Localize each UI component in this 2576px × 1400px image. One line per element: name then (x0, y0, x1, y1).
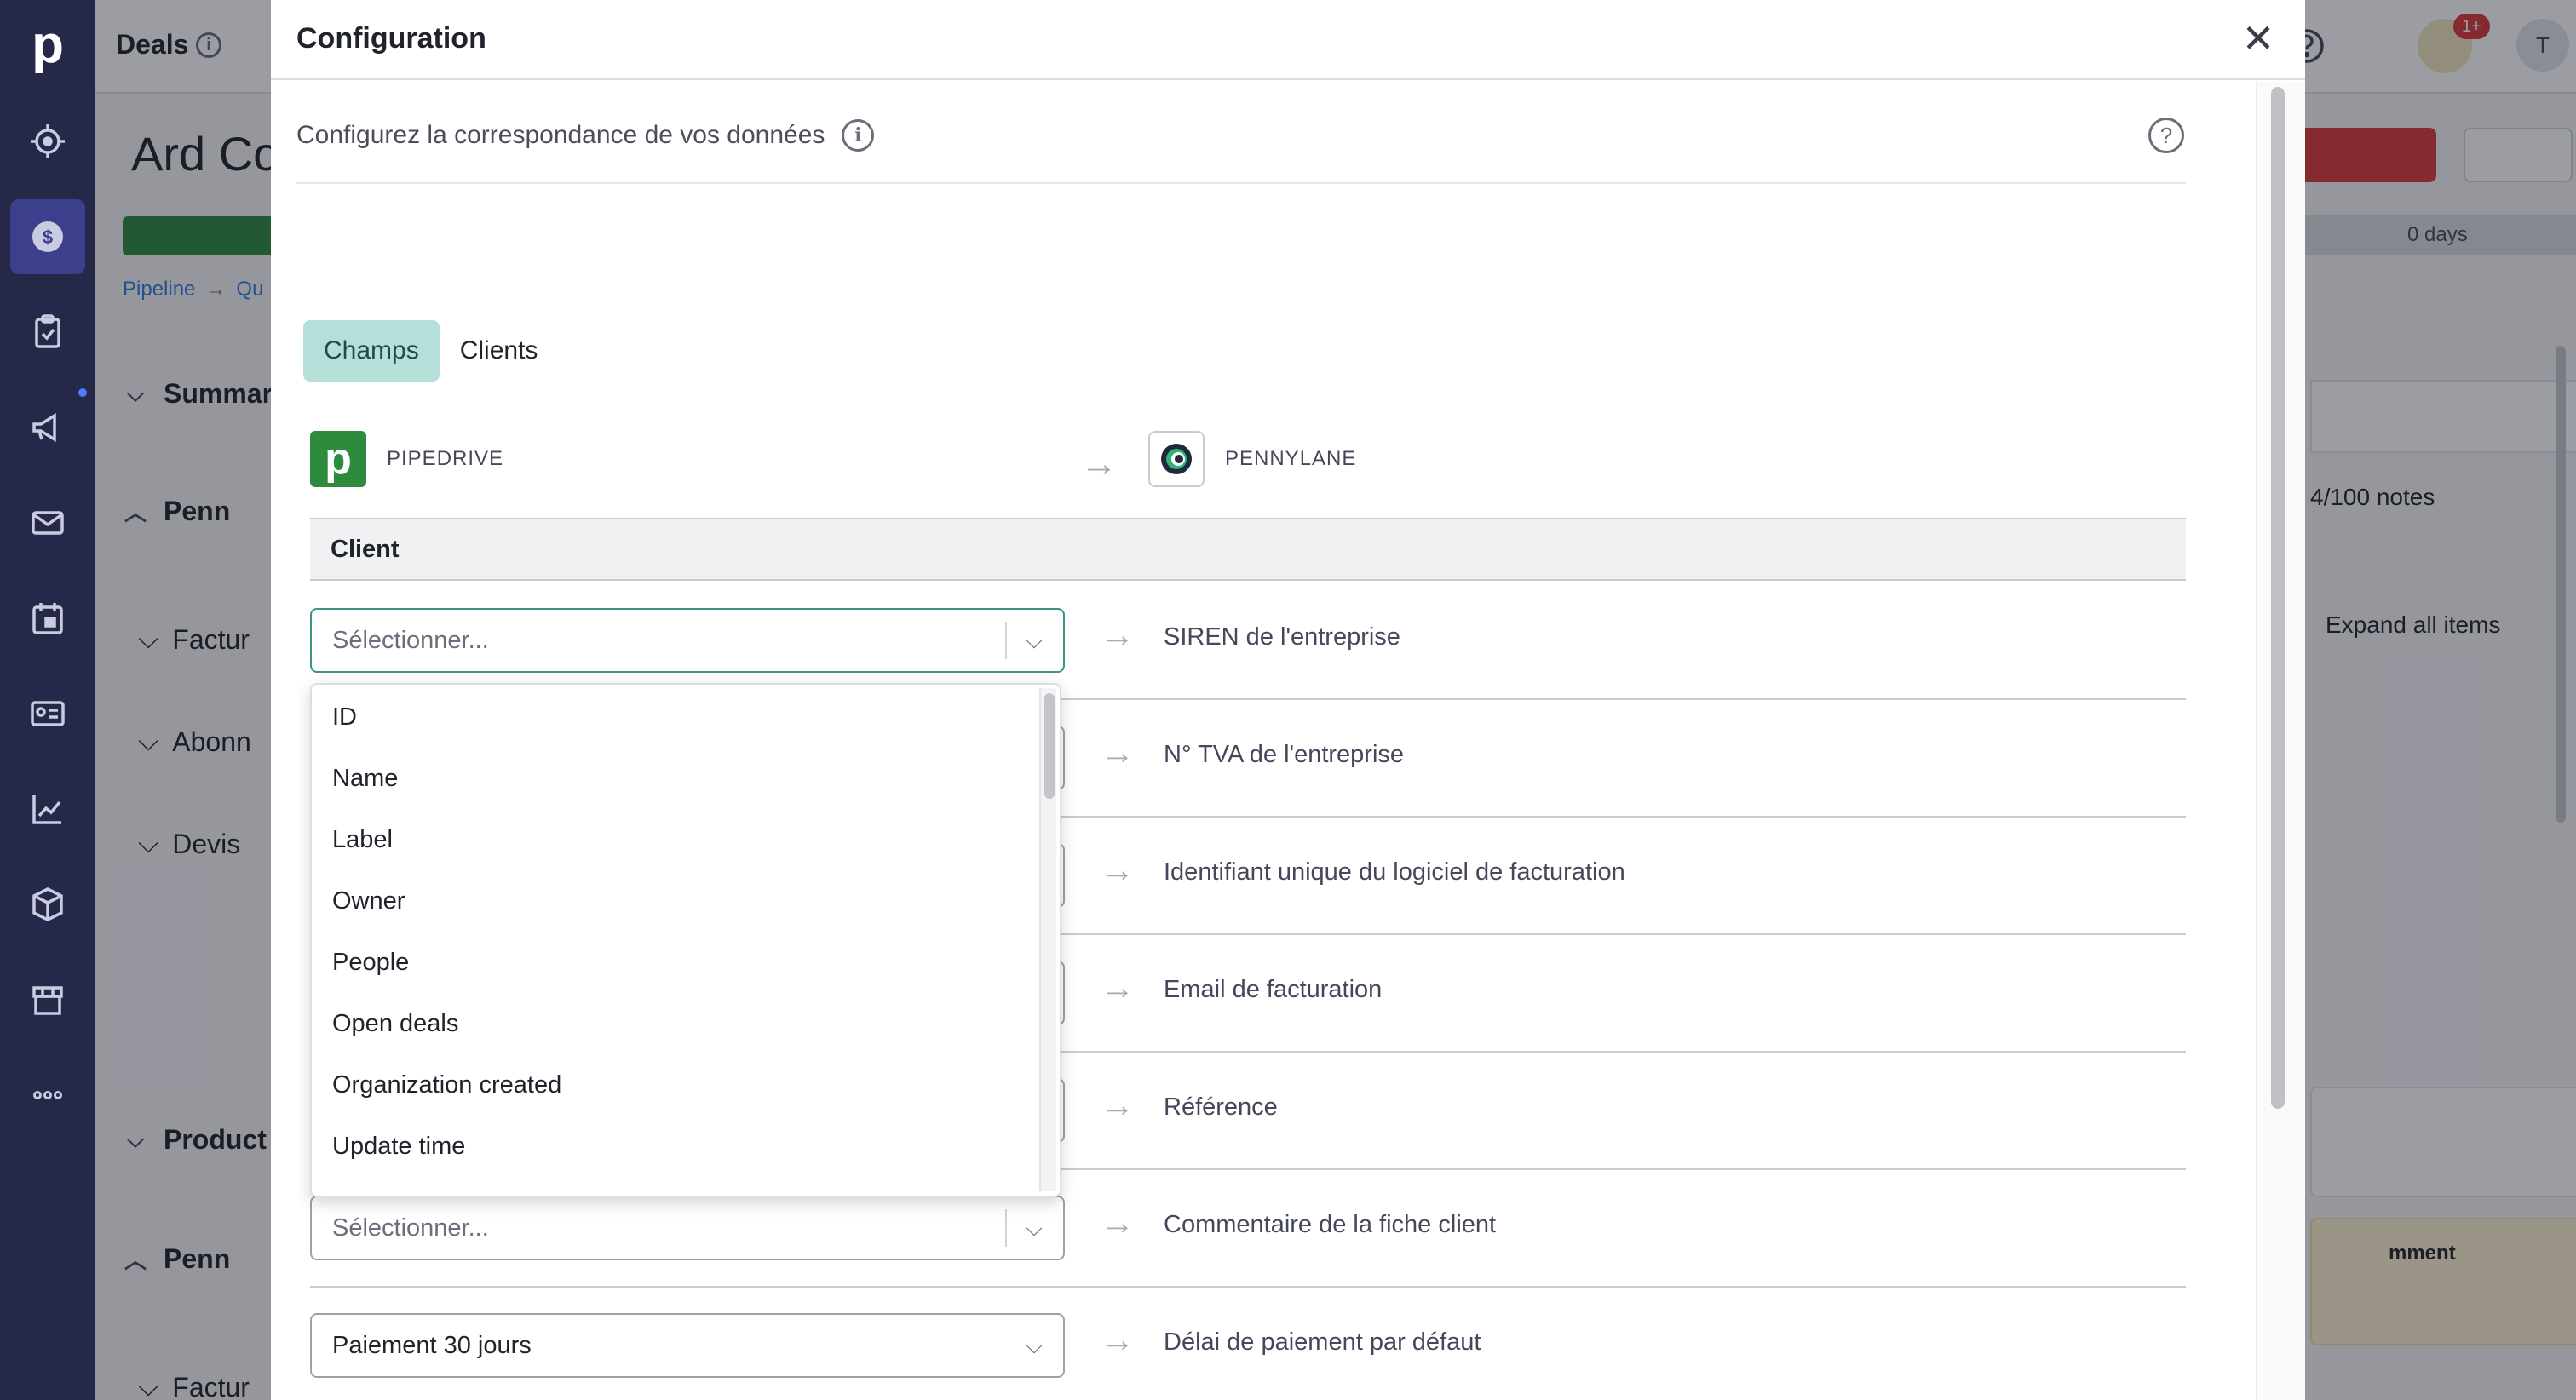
leads-nav-item[interactable] (10, 104, 85, 179)
mapping-row: Paiement 30 jours ⌵ → Délai de paiement … (310, 1288, 2186, 1400)
target-system: PENNYLANE (1148, 431, 1356, 487)
dropdown-option[interactable]: Organization created (312, 1054, 1060, 1116)
arrow-right-icon: → (1101, 1087, 1135, 1124)
more-icon (33, 1091, 62, 1099)
info-icon[interactable]: i (842, 119, 875, 152)
chevron-down-icon[interactable]: ⌵ (1015, 1211, 1053, 1245)
svg-text:$: $ (43, 227, 53, 248)
arrow-right-icon: → (1101, 617, 1135, 654)
target-icon (31, 124, 65, 158)
group-header-client: Client (310, 518, 2186, 581)
mail-icon (32, 511, 64, 535)
modal-scrollbar[interactable] (2256, 82, 2305, 1400)
pipedrive-logo: p (310, 431, 366, 487)
products-nav-item[interactable] (10, 867, 85, 942)
configuration-modal: Configuration ✕ Configurez la correspond… (271, 0, 2305, 1400)
chevron-down-icon[interactable]: ⌵ (1015, 1328, 1053, 1363)
dropdown-option[interactable]: Update time (312, 1116, 1060, 1177)
contacts-card-icon (31, 701, 65, 726)
dropdown-option[interactable]: Owner (312, 870, 1060, 932)
deals-nav-item[interactable]: $ (10, 199, 85, 274)
field-select[interactable]: Sélectionner... ⌵ (310, 608, 1065, 673)
target-field-label: Référence (1164, 1093, 1278, 1121)
mapping-tabs: Champs Clients (303, 320, 558, 382)
dropdown-scrollbar[interactable] (1039, 688, 1056, 1191)
source-system-name: PIPEDRIVE (387, 447, 504, 470)
arrow-right-icon: → (1080, 443, 1118, 485)
select-value: Sélectionner... (332, 1214, 489, 1242)
divider (296, 182, 2186, 184)
main-navigation: p $ (0, 0, 95, 1400)
more-nav-item[interactable] (10, 1058, 85, 1133)
campaigns-nav-item[interactable] (10, 390, 85, 465)
marketplace-nav-item[interactable] (10, 962, 85, 1037)
dropdown-option[interactable]: Label (312, 809, 1060, 870)
contacts-nav-item[interactable] (10, 676, 85, 751)
arrow-right-icon: → (1101, 734, 1135, 772)
field-options-dropdown: ID Name Label Owner People Open deals Or… (310, 683, 1061, 1197)
dropdown-option[interactable]: ID (312, 686, 1060, 748)
activities-nav-item[interactable] (10, 581, 85, 656)
projects-nav-item[interactable] (10, 295, 85, 370)
target-field-label: N° TVA de l'entreprise (1164, 741, 1405, 768)
chevron-down-icon[interactable]: ⌵ (1015, 623, 1053, 657)
help-icon[interactable]: ? (2148, 118, 2184, 153)
select-value: Paiement 30 jours (332, 1332, 532, 1359)
target-system-name: PENNYLANE (1225, 447, 1357, 470)
field-select[interactable]: Sélectionner... ⌵ (310, 1196, 1065, 1260)
field-select[interactable]: Paiement 30 jours ⌵ (310, 1313, 1065, 1378)
arrow-right-icon: → (1101, 1204, 1135, 1242)
clipboard-icon (35, 314, 60, 348)
scrollbar-thumb[interactable] (2271, 87, 2285, 1109)
close-icon[interactable]: ✕ (2239, 19, 2278, 58)
arrow-right-icon: → (1101, 852, 1135, 889)
pipedrive-logo[interactable]: p (26, 17, 70, 73)
dropdown-option[interactable]: People (312, 932, 1060, 993)
modal-title: Configuration (296, 22, 486, 55)
target-field-label: SIREN de l'entreprise (1164, 623, 1400, 651)
select-value: Sélectionner... (332, 627, 489, 654)
modal-subtitle: Configurez la correspondance de vos donn… (296, 119, 875, 152)
insights-nav-item[interactable] (10, 772, 85, 846)
dropdown-option[interactable]: Name (312, 748, 1060, 809)
arrow-right-icon: → (1101, 969, 1135, 1007)
select-separator (1005, 622, 1007, 659)
tab-champs[interactable]: Champs (303, 320, 440, 382)
target-field-label: Identifiant unique du logiciel de factur… (1164, 858, 1625, 886)
store-icon (32, 986, 63, 1015)
target-field-label: Délai de paiement par défaut (1164, 1328, 1481, 1356)
target-field-label: Email de facturation (1164, 976, 1383, 1003)
tab-clients[interactable]: Clients (440, 320, 559, 382)
select-separator (1005, 1209, 1007, 1247)
source-system: p PIPEDRIVE (310, 431, 503, 487)
megaphone-icon (32, 412, 56, 443)
scrollbar-thumb[interactable] (1044, 693, 1055, 799)
box-icon (32, 887, 63, 921)
calendar-icon (32, 603, 63, 634)
dropdown-option[interactable]: Open deals (312, 993, 1060, 1054)
chart-icon (32, 795, 61, 824)
modal-header: Configuration ✕ (271, 0, 2305, 80)
pennylane-logo (1148, 431, 1205, 487)
dollar-icon: $ (32, 221, 63, 252)
arrow-right-icon: → (1101, 1322, 1135, 1359)
mail-nav-item[interactable] (10, 485, 85, 560)
notification-dot (78, 388, 87, 397)
modal-body: Configurez la correspondance de vos donn… (271, 82, 2305, 1400)
target-field-label: Commentaire de la fiche client (1164, 1211, 1497, 1238)
subtitle-text: Configurez la correspondance de vos donn… (296, 121, 825, 149)
